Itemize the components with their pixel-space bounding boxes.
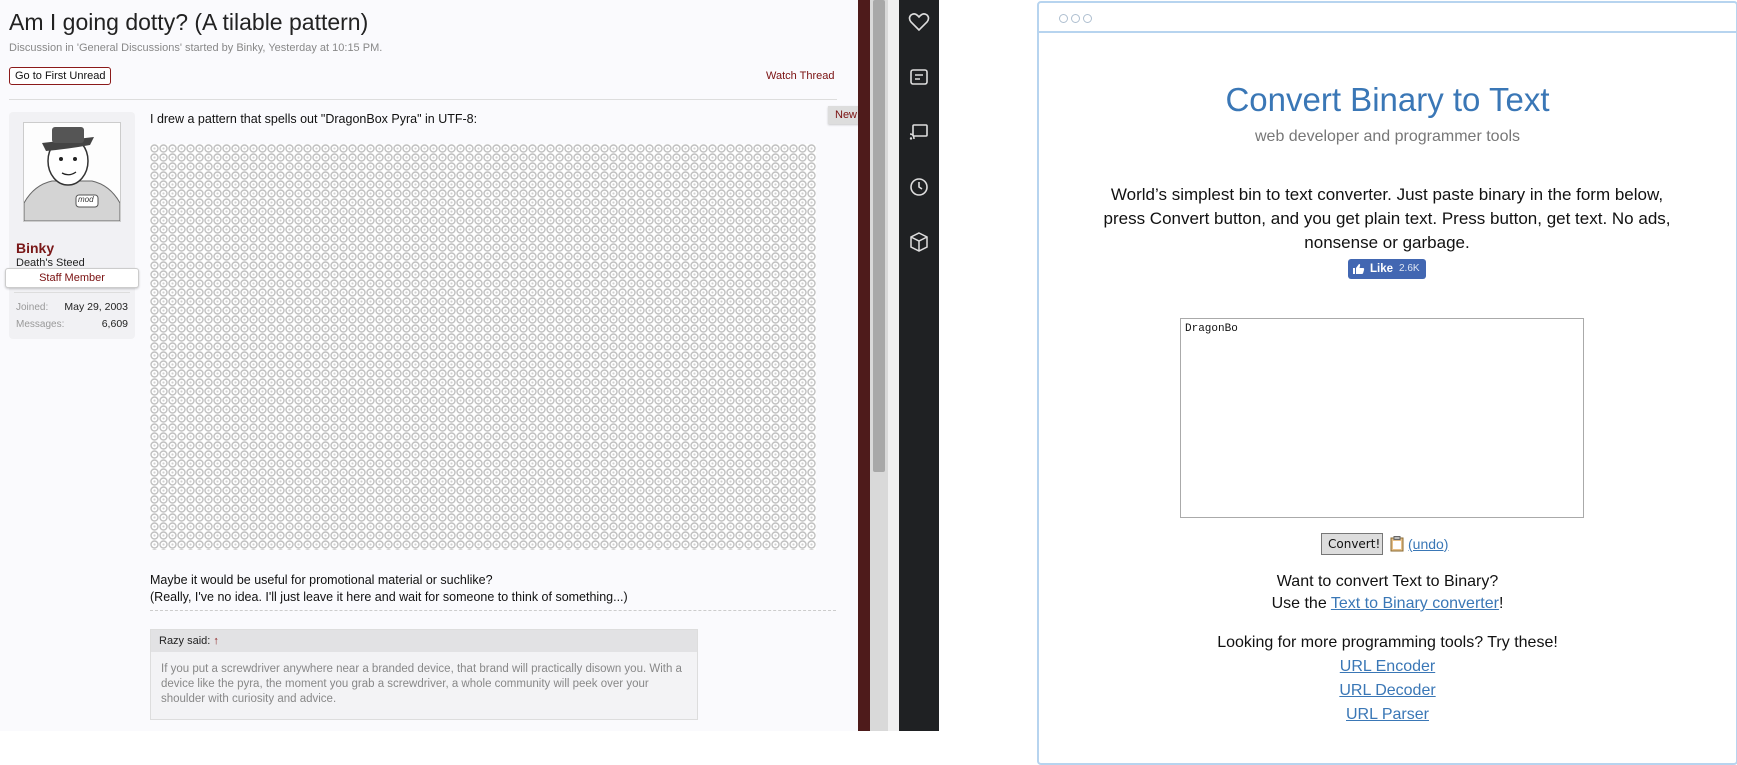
thumbs-up-icon — [1353, 264, 1365, 274]
post-line-1: Maybe it would be useful for promotional… — [150, 573, 493, 587]
scrollbar-thumb[interactable] — [873, 0, 885, 472]
clipboard-icon[interactable] — [1390, 536, 1404, 552]
watch-thread-link[interactable]: Watch Thread — [766, 70, 834, 82]
go-to-first-unread-button[interactable]: Go to First Unread — [9, 67, 112, 85]
username[interactable]: Binky — [16, 240, 54, 256]
page-edge-bar — [858, 0, 870, 731]
window-dot-icon — [1083, 14, 1092, 23]
text-to-binary-line: Use the Text to Binary converter! — [1039, 595, 1736, 613]
dot-pattern-image — [150, 144, 816, 550]
divider — [150, 610, 836, 611]
more-tools-heading: Looking for more programming tools? Try … — [1217, 634, 1558, 651]
heart-icon[interactable] — [907, 10, 931, 34]
staff-badge: Staff Member — [5, 268, 139, 288]
quote-header: Razy said: ↑ — [151, 630, 697, 652]
new-post-badge: New — [828, 106, 858, 124]
messages-value[interactable]: 6,609 — [102, 318, 128, 330]
quote-block: Razy said: ↑ If you put a screwdriver an… — [150, 629, 698, 720]
url-encoder-link[interactable]: URL Encoder — [1039, 658, 1736, 676]
use-the-text: Use the — [1271, 595, 1331, 612]
post-intro: I drew a pattern that spells out "Dragon… — [150, 112, 478, 126]
thread-meta: Discussion in 'General Discussions' star… — [9, 42, 383, 54]
messages-label: Messages: — [16, 319, 65, 330]
forum-pane: Am I going dotty? (A tilable pattern) Di… — [0, 0, 858, 731]
avatar-mod-tag: mod — [78, 195, 94, 204]
post-line-2: (Really, I've no idea. I'll just leave i… — [150, 590, 628, 604]
facebook-like-button[interactable]: Like 2.6K — [1348, 259, 1426, 279]
text-to-binary-link[interactable]: Text to Binary converter — [1331, 595, 1499, 612]
history-icon[interactable] — [907, 175, 931, 199]
url-parser-link[interactable]: URL Parser — [1039, 706, 1736, 724]
like-count: 2.6K — [1399, 263, 1420, 274]
divider — [9, 99, 837, 100]
notes-icon[interactable] — [907, 65, 931, 89]
text-to-binary-prompt: Want to convert Text to Binary? — [1276, 573, 1499, 590]
window-dot-icon — [1059, 14, 1068, 23]
browser-titlebar — [1039, 3, 1736, 33]
divider — [14, 292, 130, 293]
joined-label: Joined: — [16, 302, 49, 313]
page-title: Convert Binary to Text — [1225, 81, 1550, 118]
page-description: World’s simplest bin to text converter. … — [1103, 185, 1671, 252]
avatar[interactable]: mod — [23, 122, 121, 222]
undo-link[interactable]: (undo) — [1408, 536, 1448, 552]
quote-text: If you put a screwdriver anywhere near a… — [161, 663, 682, 705]
quote-author: Razy said: — [159, 635, 211, 647]
url-decoder-link[interactable]: URL Decoder — [1039, 682, 1736, 700]
pane-gap — [888, 0, 899, 731]
exclamation-text: ! — [1498, 595, 1504, 612]
thread-title: Am I going dotty? (A tilable pattern) — [9, 9, 369, 35]
cast-icon[interactable] — [907, 120, 931, 144]
browser-window: Convert Binary to Text web developer and… — [1037, 1, 1737, 765]
user-card: mod Binky Death's Steed Staff Member Joi… — [5, 112, 139, 339]
page-subtitle: web developer and programmer tools — [1254, 128, 1521, 145]
binary-input[interactable] — [1180, 318, 1584, 518]
joined-value: May 29, 2003 — [64, 301, 128, 313]
like-label: Like — [1370, 263, 1394, 275]
convert-button[interactable]: Convert! — [1321, 533, 1383, 555]
icon-sidebar — [899, 0, 939, 731]
window-dot-icon — [1071, 14, 1080, 23]
quote-jump-icon[interactable]: ↑ — [213, 635, 219, 647]
box-icon[interactable] — [907, 230, 931, 254]
